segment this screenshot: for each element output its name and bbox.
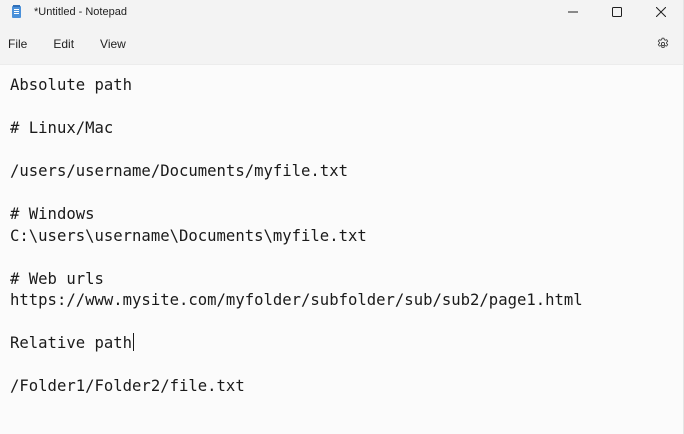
menu-edit[interactable]: Edit: [45, 33, 82, 55]
editor-line: /Folder1/Folder2/file.txt: [10, 377, 245, 395]
notepad-icon: [12, 5, 21, 18]
close-button[interactable]: [639, 0, 683, 24]
menu-bar: File Edit View: [0, 24, 683, 65]
editor-line: Absolute path: [10, 76, 133, 94]
minimize-icon: [568, 11, 578, 13]
maximize-icon: [612, 7, 622, 17]
menu-view[interactable]: View: [92, 33, 134, 55]
menu-file[interactable]: File: [0, 33, 35, 55]
editor-line: # Web urls: [10, 269, 104, 288]
settings-button[interactable]: [655, 36, 671, 52]
close-icon: [656, 7, 666, 17]
text-caret: [133, 333, 135, 351]
window-controls: [551, 0, 683, 24]
minimize-button[interactable]: [551, 0, 595, 24]
editor-line: # Windows: [10, 205, 95, 223]
maximize-button[interactable]: [595, 0, 639, 24]
text-editor[interactable]: Absolute path # Linux/Mac /users/usernam…: [0, 65, 683, 434]
window-title: *Untitled - Notepad: [34, 6, 127, 18]
editor-line-with-caret: Relative path: [10, 333, 673, 355]
title-bar[interactable]: *Untitled - Notepad: [0, 0, 683, 24]
editor-line: # Linux/Mac: [10, 119, 114, 137]
editor-line: C:\users\username\Documents\myfile.txt: [10, 226, 367, 245]
notepad-window: *Untitled - Notepad File Edit View Absol…: [0, 0, 684, 434]
editor-line-text: Relative path: [10, 334, 133, 352]
editor-line: /users/username/Documents/myfile.txt: [10, 162, 348, 180]
gear-icon: [657, 37, 669, 49]
editor-line: https://www.mysite.com/myfolder/subfolde…: [10, 291, 583, 309]
